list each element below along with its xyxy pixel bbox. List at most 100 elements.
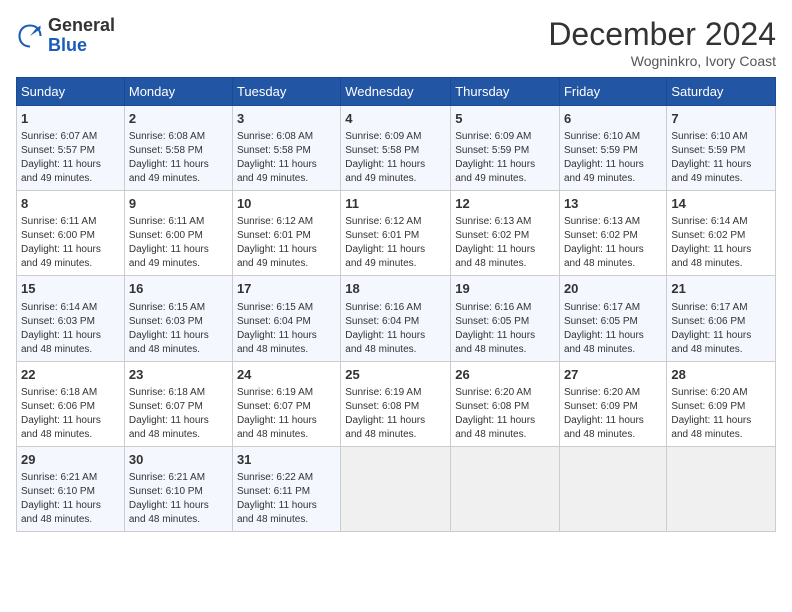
table-row: 11 Sunrise: 6:12 AMSunset: 6:01 PMDayligh… <box>341 191 451 276</box>
logo-general: General <box>48 15 115 35</box>
calendar-week-row: 8 Sunrise: 6:11 AMSunset: 6:00 PMDaylight… <box>17 191 776 276</box>
table-row <box>559 446 666 531</box>
col-saturday: Saturday <box>667 78 776 106</box>
day-number: 30 <box>129 451 228 469</box>
day-number: 6 <box>564 110 662 128</box>
table-row: 30 Sunrise: 6:21 AMSunset: 6:10 PMDayligh… <box>124 446 232 531</box>
day-info: Sunrise: 6:11 AMSunset: 6:00 PMDaylight:… <box>129 215 228 271</box>
day-number: 25 <box>345 366 446 384</box>
table-row: 5 Sunrise: 6:09 AMSunset: 5:59 PMDaylight… <box>451 106 560 191</box>
table-row: 17 Sunrise: 6:15 AMSunset: 6:04 PMDayligh… <box>232 276 340 361</box>
day-number: 2 <box>129 110 228 128</box>
day-info: Sunrise: 6:08 AMSunset: 5:58 PMDaylight:… <box>129 130 228 186</box>
day-info: Sunrise: 6:14 AMSunset: 6:02 PMDaylight:… <box>671 215 771 271</box>
logo: General Blue <box>16 16 115 56</box>
table-row: 19 Sunrise: 6:16 AMSunset: 6:05 PMDayligh… <box>451 276 560 361</box>
day-info: Sunrise: 6:13 AMSunset: 6:02 PMDaylight:… <box>564 215 662 271</box>
day-number: 8 <box>21 195 120 213</box>
day-number: 3 <box>237 110 336 128</box>
table-row: 16Sunrise: 6:15 AMSunset: 6:03 PMDayligh… <box>124 276 232 361</box>
table-row: 28 Sunrise: 6:20 AMSunset: 6:09 PMDayligh… <box>667 361 776 446</box>
day-info: Sunrise: 6:10 AMSunset: 5:59 PMDaylight:… <box>671 130 771 186</box>
day-number: 14 <box>671 195 771 213</box>
day-info: Sunrise: 6:20 AMSunset: 6:09 PMDaylight:… <box>564 386 662 442</box>
day-info: Sunrise: 6:18 AMSunset: 6:07 PMDaylight:… <box>129 386 228 442</box>
table-row: 8Sunrise: 6:11 AMSunset: 6:00 PMDaylight… <box>17 191 125 276</box>
table-row: 3Sunrise: 6:08 AMSunset: 5:58 PMDaylight… <box>232 106 340 191</box>
table-row: 22 Sunrise: 6:18 AMSunset: 6:06 PMDayligh… <box>17 361 125 446</box>
day-info: Sunrise: 6:18 AMSunset: 6:06 PMDaylight:… <box>21 386 120 442</box>
calendar-week-row: 15 Sunrise: 6:14 AMSunset: 6:03 PMDayligh… <box>17 276 776 361</box>
table-row: 14 Sunrise: 6:14 AMSunset: 6:02 PMDayligh… <box>667 191 776 276</box>
table-row: 13Sunrise: 6:13 AMSunset: 6:02 PMDayligh… <box>559 191 666 276</box>
table-row <box>667 446 776 531</box>
day-number: 12 <box>455 195 555 213</box>
day-number: 27 <box>564 366 662 384</box>
table-row: 27 Sunrise: 6:20 AMSunset: 6:09 PMDayligh… <box>559 361 666 446</box>
day-info: Sunrise: 6:15 AMSunset: 6:04 PMDaylight:… <box>237 301 336 357</box>
logo-blue: Blue <box>48 35 87 55</box>
day-number: 10 <box>237 195 336 213</box>
table-row: 15 Sunrise: 6:14 AMSunset: 6:03 PMDayligh… <box>17 276 125 361</box>
day-info: Sunrise: 6:22 AMSunset: 6:11 PMDaylight:… <box>237 471 336 527</box>
day-number: 31 <box>237 451 336 469</box>
table-row: 23 Sunrise: 6:18 AMSunset: 6:07 PMDayligh… <box>124 361 232 446</box>
table-row: 4 Sunrise: 6:09 AMSunset: 5:58 PMDaylight… <box>341 106 451 191</box>
day-info: Sunrise: 6:16 AMSunset: 6:05 PMDaylight:… <box>455 301 555 357</box>
col-tuesday: Tuesday <box>232 78 340 106</box>
day-number: 18 <box>345 280 446 298</box>
day-number: 28 <box>671 366 771 384</box>
calendar-week-row: 29 Sunrise: 6:21 AMSunset: 6:10 PMDayligh… <box>17 446 776 531</box>
calendar-header-row: Sunday Monday Tuesday Wednesday Thursday… <box>17 78 776 106</box>
calendar-table: Sunday Monday Tuesday Wednesday Thursday… <box>16 77 776 532</box>
title-block: December 2024 Wogninkro, Ivory Coast <box>548 16 776 69</box>
day-info: Sunrise: 6:17 AMSunset: 6:05 PMDaylight:… <box>564 301 662 357</box>
day-number: 17 <box>237 280 336 298</box>
col-friday: Friday <box>559 78 666 106</box>
table-row: 20Sunrise: 6:17 AMSunset: 6:05 PMDayligh… <box>559 276 666 361</box>
table-row: 29 Sunrise: 6:21 AMSunset: 6:10 PMDayligh… <box>17 446 125 531</box>
table-row: 25 Sunrise: 6:19 AMSunset: 6:08 PMDayligh… <box>341 361 451 446</box>
day-info: Sunrise: 6:07 AMSunset: 5:57 PMDaylight:… <box>21 130 120 186</box>
page-header: General Blue December 2024 Wogninkro, Iv… <box>16 16 776 69</box>
col-wednesday: Wednesday <box>341 78 451 106</box>
day-info: Sunrise: 6:17 AMSunset: 6:06 PMDaylight:… <box>671 301 771 357</box>
table-row: 7Sunrise: 6:10 AMSunset: 5:59 PMDaylight… <box>667 106 776 191</box>
logo-text: General Blue <box>48 16 115 56</box>
location-subtitle: Wogninkro, Ivory Coast <box>548 53 776 69</box>
day-number: 22 <box>21 366 120 384</box>
table-row: 1Sunrise: 6:07 AMSunset: 5:57 PMDaylight… <box>17 106 125 191</box>
day-number: 5 <box>455 110 555 128</box>
day-number: 9 <box>129 195 228 213</box>
day-number: 26 <box>455 366 555 384</box>
day-number: 19 <box>455 280 555 298</box>
table-row: 26Sunrise: 6:20 AMSunset: 6:08 PMDayligh… <box>451 361 560 446</box>
month-title: December 2024 <box>548 16 776 53</box>
day-number: 29 <box>21 451 120 469</box>
table-row <box>341 446 451 531</box>
day-number: 4 <box>345 110 446 128</box>
day-number: 21 <box>671 280 771 298</box>
logo-icon <box>16 22 44 50</box>
col-thursday: Thursday <box>451 78 560 106</box>
day-info: Sunrise: 6:10 AMSunset: 5:59 PMDaylight:… <box>564 130 662 186</box>
day-info: Sunrise: 6:21 AMSunset: 6:10 PMDaylight:… <box>129 471 228 527</box>
day-number: 11 <box>345 195 446 213</box>
day-info: Sunrise: 6:16 AMSunset: 6:04 PMDaylight:… <box>345 301 446 357</box>
calendar-week-row: 22 Sunrise: 6:18 AMSunset: 6:06 PMDayligh… <box>17 361 776 446</box>
day-info: Sunrise: 6:19 AMSunset: 6:08 PMDaylight:… <box>345 386 446 442</box>
day-info: Sunrise: 6:09 AMSunset: 5:59 PMDaylight:… <box>455 130 555 186</box>
day-info: Sunrise: 6:09 AMSunset: 5:58 PMDaylight:… <box>345 130 446 186</box>
table-row: 31 Sunrise: 6:22 AMSunset: 6:11 PMDayligh… <box>232 446 340 531</box>
table-row: 12Sunrise: 6:13 AMSunset: 6:02 PMDayligh… <box>451 191 560 276</box>
day-info: Sunrise: 6:12 AMSunset: 6:01 PMDaylight:… <box>345 215 446 271</box>
day-info: Sunrise: 6:14 AMSunset: 6:03 PMDaylight:… <box>21 301 120 357</box>
table-row <box>451 446 560 531</box>
day-info: Sunrise: 6:20 AMSunset: 6:09 PMDaylight:… <box>671 386 771 442</box>
table-row: 18 Sunrise: 6:16 AMSunset: 6:04 PMDayligh… <box>341 276 451 361</box>
table-row: 24Sunrise: 6:19 AMSunset: 6:07 PMDayligh… <box>232 361 340 446</box>
calendar-week-row: 1Sunrise: 6:07 AMSunset: 5:57 PMDaylight… <box>17 106 776 191</box>
day-number: 15 <box>21 280 120 298</box>
day-number: 23 <box>129 366 228 384</box>
day-info: Sunrise: 6:21 AMSunset: 6:10 PMDaylight:… <box>21 471 120 527</box>
